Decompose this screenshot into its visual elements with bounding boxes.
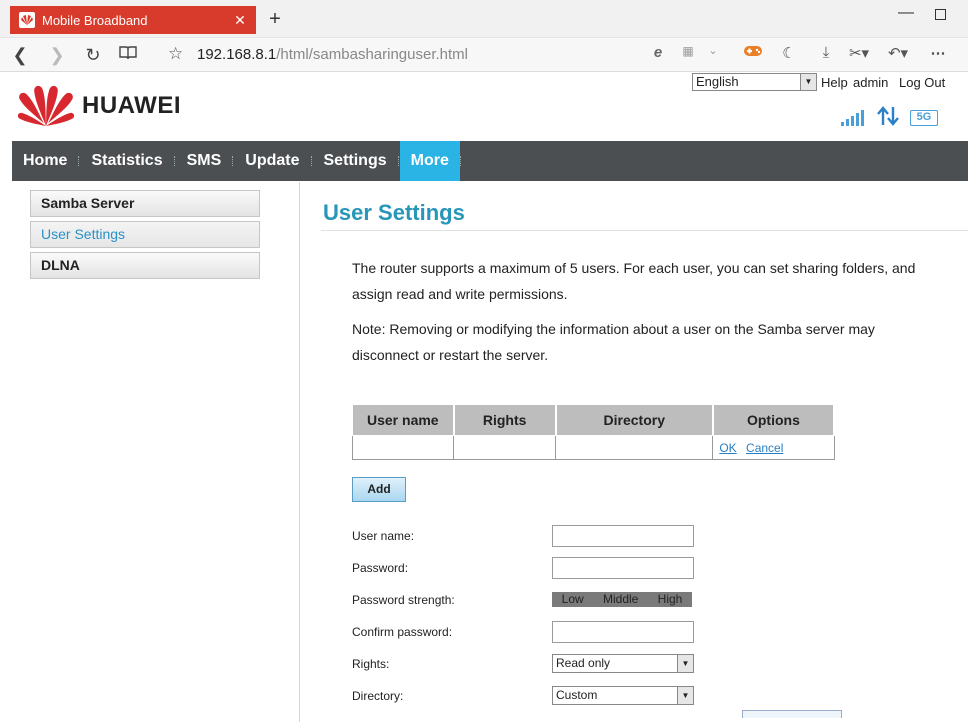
intro-text: The router supports a maximum of 5 users…	[352, 260, 916, 302]
content-divider	[299, 182, 300, 722]
undo-icon[interactable]: ↶▾	[887, 44, 909, 62]
favorite-star-icon[interactable]: ☆	[168, 44, 183, 64]
add-user-button[interactable]: Add	[352, 477, 406, 502]
sidebar-item-user-settings[interactable]: User Settings	[30, 221, 260, 248]
tab-title: Mobile Broadband	[42, 12, 148, 28]
table-row: OK Cancel	[351, 435, 835, 460]
chevron-down-icon: ▼	[800, 74, 816, 90]
more-icon[interactable]: ⋯	[927, 44, 949, 62]
refresh-icon[interactable]: ↻	[81, 43, 105, 67]
directory-label: Directory:	[352, 689, 404, 703]
column-header-username: User name	[351, 404, 455, 436]
game-icon[interactable]	[742, 44, 764, 62]
nav-separator	[459, 156, 462, 166]
maximize-icon[interactable]	[935, 9, 946, 20]
username-label: User name:	[352, 529, 415, 543]
strength-middle: Middle	[602, 592, 639, 606]
nav-statistics[interactable]: Statistics	[80, 141, 173, 181]
nav-settings[interactable]: Settings	[313, 141, 398, 181]
confirm-password-label: Confirm password:	[352, 625, 453, 639]
directory-value: Custom	[556, 688, 598, 702]
nav-sms[interactable]: SMS	[176, 141, 233, 181]
back-icon[interactable]: ❮	[8, 43, 32, 67]
username-field[interactable]	[552, 525, 694, 547]
reading-view-icon[interactable]	[116, 43, 140, 67]
address-bar: ❮ ❯ ↻ ☆ 192.168.8.1/html/sambasharinguse…	[0, 38, 968, 72]
page-title: User Settings	[323, 200, 465, 225]
signal-strength-icon	[841, 110, 864, 126]
brand-name: HUAWEI	[82, 92, 181, 119]
language-value: English	[696, 74, 739, 89]
url-path: /html/sambasharinguser.html	[276, 46, 468, 63]
password-label: Password:	[352, 561, 409, 575]
cell-directory	[555, 435, 714, 460]
qr-code-icon[interactable]: ▦	[677, 44, 699, 58]
scissors-icon[interactable]: ✂▾	[848, 44, 870, 62]
rights-select[interactable]: Read only ▼	[552, 654, 694, 673]
tab-close-icon[interactable]: ✕	[230, 12, 250, 29]
language-select[interactable]: English ▼	[692, 73, 817, 91]
huawei-favicon-icon	[19, 12, 35, 28]
table-header-row: User name Rights Directory Options	[351, 404, 836, 436]
password-strength-meter: Low Middle High	[552, 592, 692, 607]
confirm-password-field[interactable]	[552, 621, 694, 643]
new-tab-button[interactable]: +	[264, 8, 286, 30]
huawei-logo: HUAWEI	[18, 84, 181, 128]
download-icon[interactable]: ⤓	[815, 44, 837, 61]
column-header-options: Options	[712, 404, 836, 436]
help-link[interactable]: Help	[821, 75, 848, 90]
sidebar-item-dlna[interactable]: DLNA	[30, 252, 260, 279]
strength-low: Low	[561, 592, 584, 606]
huawei-petal-logo-icon	[18, 85, 74, 126]
cell-options: OK Cancel	[712, 435, 835, 460]
nav-home[interactable]: Home	[12, 141, 78, 181]
status-icons: 5G	[840, 106, 938, 126]
strength-high: High	[657, 592, 683, 606]
edge-icon[interactable]: e	[647, 44, 669, 61]
network-5g-badge: 5G	[910, 110, 938, 126]
cancel-link[interactable]: Cancel	[746, 441, 783, 455]
users-table: User name Rights Directory Options OK Ca…	[351, 404, 836, 460]
column-header-rights: Rights	[453, 404, 557, 436]
username-label: admin	[853, 75, 889, 90]
chevron-down-icon: ▼	[677, 687, 693, 704]
moon-icon[interactable]: ☾	[778, 44, 800, 62]
nav-update[interactable]: Update	[234, 141, 310, 181]
rights-value: Read only	[556, 656, 611, 670]
minimize-icon[interactable]: —	[898, 4, 914, 22]
browser-tab[interactable]: Mobile Broadband ✕	[10, 6, 256, 34]
chevron-down-icon[interactable]: ⌄	[702, 44, 724, 57]
url-host: 192.168.8.1	[197, 46, 277, 63]
ok-link[interactable]: OK	[719, 441, 736, 455]
url-field[interactable]: 192.168.8.1/html/sambasharinguser.html	[197, 46, 468, 63]
logout-link[interactable]: Log Out	[899, 75, 945, 90]
sidebar-item-samba-server[interactable]: Samba Server	[30, 190, 260, 217]
title-divider	[321, 230, 968, 231]
rights-label: Rights:	[352, 657, 390, 671]
column-header-directory: Directory	[555, 404, 714, 436]
directory-select[interactable]: Custom ▼	[552, 686, 694, 705]
data-transfer-icon	[877, 106, 899, 126]
nav-more[interactable]: More	[399, 141, 460, 181]
cell-rights	[453, 435, 557, 460]
main-navigation: Home Statistics SMS Update Settings More	[12, 141, 968, 181]
password-strength-label: Password strength:	[352, 593, 455, 607]
chevron-down-icon: ▼	[677, 655, 693, 672]
browser-tab-bar: Mobile Broadband ✕ + —	[0, 0, 968, 38]
partially-visible-button[interactable]	[742, 710, 842, 718]
sidebar: Samba Server User Settings DLNA	[30, 190, 260, 283]
cell-username	[351, 435, 455, 460]
note-text: Note: Removing or modifying the informat…	[352, 321, 875, 363]
router-page: HUAWEI English ▼ Help admin Log Out 5G H…	[12, 72, 968, 722]
password-field[interactable]	[552, 557, 694, 579]
forward-icon[interactable]: ❯	[45, 43, 69, 67]
